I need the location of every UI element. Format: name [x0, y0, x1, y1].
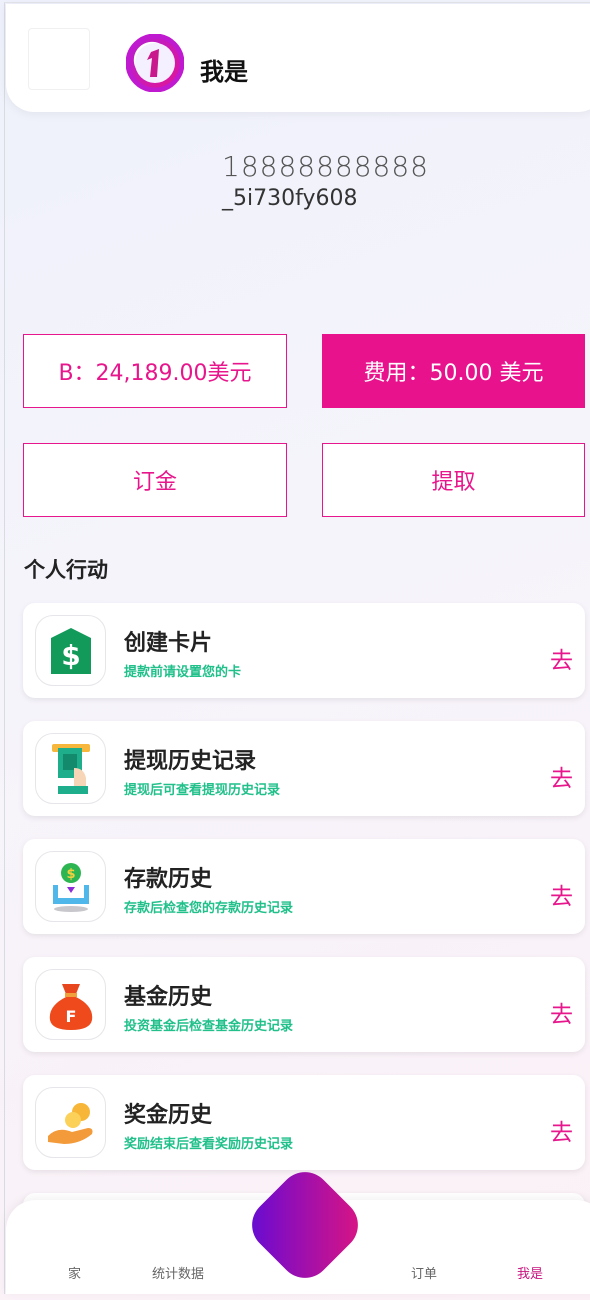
- svg-text:F: F: [66, 1007, 77, 1026]
- atm-withdraw-icon: [35, 733, 106, 804]
- nav-statistics[interactable]: 统计数据: [152, 1263, 204, 1282]
- card-subtitle: 存款后检查您的存款历史记录: [124, 901, 294, 916]
- action-card-fund-history[interactable]: F 基金历史 投资基金后检查基金历史记录 去: [23, 957, 585, 1052]
- deposit-button[interactable]: 订金: [23, 443, 287, 517]
- card-subtitle: 提款前请设置您的卡: [124, 665, 242, 680]
- svg-text:$: $: [66, 867, 75, 882]
- card-title: 存款历史: [124, 867, 213, 892]
- action-card-bonus-history[interactable]: 奖金历史 奖励结束后查看奖励历史记录 去: [23, 1075, 585, 1170]
- user-id: _5i730fy608: [222, 186, 358, 211]
- section-title: 个人行动: [24, 558, 108, 582]
- action-card-withdraw-history[interactable]: 提现历史记录 提现后可查看提现历史记录 去: [23, 721, 585, 816]
- go-link[interactable]: 去: [550, 641, 573, 675]
- money-bag-icon: F: [35, 969, 106, 1040]
- go-link[interactable]: 去: [550, 1113, 573, 1147]
- go-link[interactable]: 去: [550, 877, 573, 911]
- hand-coins-icon: [35, 1087, 106, 1158]
- withdraw-button[interactable]: 提取: [322, 443, 585, 517]
- action-card-create-card[interactable]: $ 创建卡片 提款前请设置您的卡 去: [23, 603, 585, 698]
- card-subtitle: 投资基金后检查基金历史记录: [124, 1019, 294, 1034]
- nav-orders[interactable]: 订单: [411, 1263, 437, 1282]
- user-phone: 18888888888: [222, 150, 429, 183]
- card-subtitle: 提现后可查看提现历史记录: [124, 783, 281, 798]
- dollar-card-icon: $: [35, 615, 106, 686]
- card-subtitle: 奖励结束后查看奖励历史记录: [124, 1137, 294, 1152]
- action-card-deposit-history[interactable]: $ 存款历史 存款后检查您的存款历史记录 去: [23, 839, 585, 934]
- brand-logo-icon: [126, 34, 184, 92]
- card-title: 基金历史: [124, 985, 213, 1010]
- card-title: 提现历史记录: [124, 749, 257, 774]
- card-title: 奖金历史: [124, 1103, 213, 1128]
- coin-deposit-icon: $: [35, 851, 106, 922]
- go-link[interactable]: 去: [550, 995, 573, 1029]
- go-link[interactable]: 去: [550, 759, 573, 793]
- header-bar: 我是: [6, 4, 590, 112]
- balance-box: B：24,189.00美元: [23, 334, 287, 408]
- nav-me[interactable]: 我是: [517, 1263, 543, 1282]
- card-title: 创建卡片: [124, 631, 213, 656]
- nav-home[interactable]: 家: [68, 1263, 81, 1282]
- svg-text:$: $: [61, 639, 80, 672]
- back-button[interactable]: [28, 28, 90, 90]
- fee-box: 费用：50.00 美元: [322, 334, 585, 408]
- page-title: 我是: [200, 58, 248, 86]
